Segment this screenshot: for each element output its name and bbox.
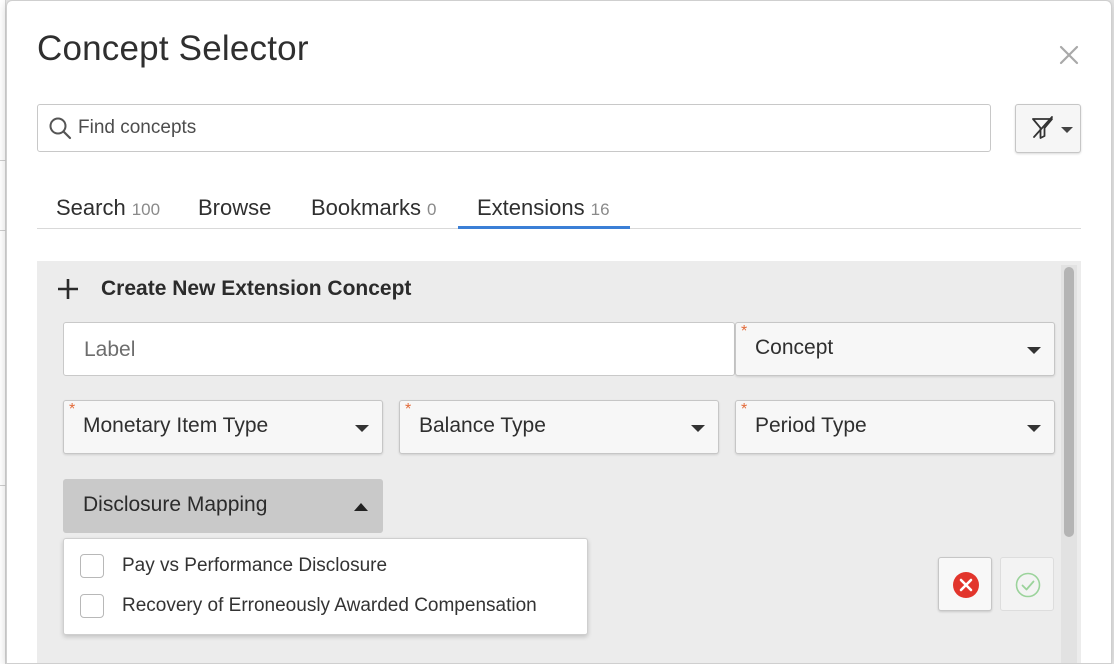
disclosure-mapping-label: Disclosure Mapping [83, 493, 268, 516]
required-marker: * [741, 323, 748, 340]
label-field [63, 322, 735, 376]
checkbox[interactable] [80, 554, 104, 578]
chevron-down-icon [691, 425, 705, 432]
close-button[interactable] [1055, 41, 1083, 69]
required-marker: * [69, 401, 76, 418]
chevron-down-icon [1027, 425, 1041, 432]
tab-label: Search [56, 195, 126, 220]
tab-browse[interactable]: Browse [198, 193, 271, 229]
filter-dropdown-button[interactable] [1015, 104, 1081, 153]
mapping-option-label: Recovery of Erroneously Awarded Compensa… [122, 595, 537, 616]
cancel-button[interactable] [938, 557, 992, 611]
mapping-option-label: Pay vs Performance Disclosure [122, 555, 388, 576]
search-box [37, 104, 991, 152]
tab-bar: Search 100 Browse Bookmarks 0 Extensions 16 [37, 193, 1081, 229]
tab-count: 0 [427, 200, 437, 219]
period-type-select-value: Period Type [755, 414, 867, 437]
plus-icon [58, 279, 78, 299]
cancel-circle-icon [953, 572, 979, 598]
search-icon [49, 117, 72, 140]
check-circle-icon [1015, 572, 1041, 598]
required-marker: * [405, 401, 412, 418]
tab-count: 16 [590, 200, 610, 219]
confirm-button[interactable] [1000, 557, 1054, 611]
disclosure-mapping-button[interactable]: Disclosure Mapping [63, 479, 383, 533]
close-icon [1059, 45, 1079, 65]
tab-extensions[interactable]: Extensions 16 [458, 193, 630, 229]
concept-select[interactable]: * Concept [735, 322, 1055, 376]
concept-select-value: Concept [755, 336, 834, 359]
required-marker: * [741, 401, 748, 418]
balance-type-select[interactable]: * Balance Type [399, 400, 719, 454]
item-type-select-value: Monetary Item Type [83, 414, 269, 437]
tab-bookmarks[interactable]: Bookmarks 0 [311, 193, 437, 229]
balance-type-select-value: Balance Type [419, 414, 546, 437]
tab-label: Bookmarks [311, 195, 422, 220]
tab-label: Extensions [477, 195, 585, 220]
mapping-option[interactable]: Pay vs Performance Disclosure [80, 552, 387, 580]
chevron-up-icon [354, 503, 368, 511]
checkbox[interactable] [80, 594, 104, 618]
search-input[interactable] [76, 113, 976, 143]
mapping-option[interactable]: Recovery of Erroneously Awarded Compensa… [80, 592, 537, 620]
dialog-title: Concept Selector [37, 29, 309, 68]
item-type-select[interactable]: * Monetary Item Type [63, 400, 383, 454]
tab-search[interactable]: Search 100 [56, 193, 160, 229]
panel-scrollbar[interactable] [1061, 265, 1077, 663]
disclosure-mapping-list: Pay vs Performance Disclosure Recovery o… [63, 538, 588, 635]
tab-label: Browse [198, 195, 272, 220]
concept-selector-dialog: Concept Selector Search 100 Browse Bookma… [6, 0, 1112, 664]
filter-off-icon [1032, 116, 1053, 139]
period-type-select[interactable]: * Period Type [735, 400, 1055, 454]
scrollbar-thumb[interactable] [1064, 267, 1074, 537]
chevron-down-icon [1027, 347, 1041, 354]
create-extension-label: Create New Extension Concept [101, 277, 412, 300]
tab-count: 100 [131, 200, 161, 219]
create-extension-toggle[interactable]: Create New Extension Concept [57, 273, 411, 305]
chevron-down-icon [355, 425, 369, 432]
label-input[interactable] [82, 335, 722, 365]
chevron-down-icon [1061, 127, 1073, 133]
